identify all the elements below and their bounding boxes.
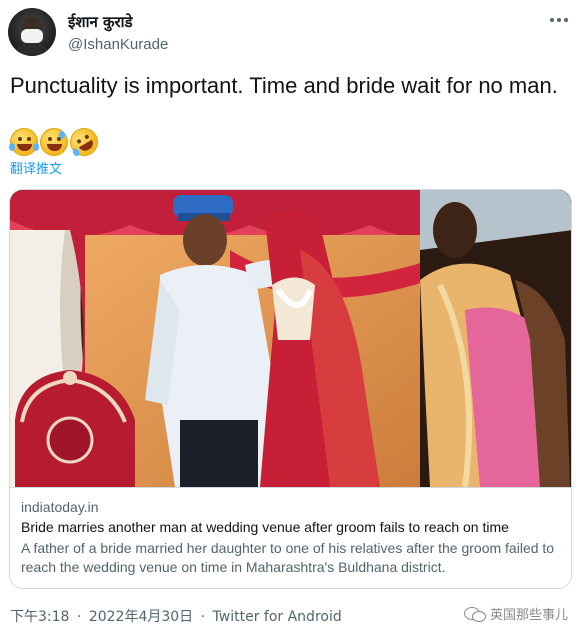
tweet-header: ईशान कुराडे @IshanKurade — [8, 8, 574, 58]
avatar-mask — [21, 29, 43, 43]
translate-tweet-link[interactable]: 翻译推文 — [10, 158, 62, 177]
avatar-shirt — [14, 44, 50, 56]
tweet-footer: 下午3:18 · 2022年4月30日 · Twitter for Androi… — [10, 606, 342, 626]
link-card-meta[interactable]: indiatoday.in Bride marries another man … — [10, 487, 571, 588]
watermark: 英国那些事儿 — [463, 604, 568, 623]
author-names: ईशान कुराडे @IshanKurade — [68, 12, 168, 53]
link-card[interactable]: indiatoday.in Bride marries another man … — [9, 189, 572, 589]
more-options-icon[interactable] — [550, 14, 570, 26]
tweet-date[interactable]: 2022年4月30日 — [89, 609, 193, 625]
emoji-row — [9, 122, 104, 162]
link-card-description: A father of a bride married her daughter… — [21, 540, 555, 575]
grinning-sweat-emoji-icon — [40, 128, 68, 156]
tweet-time[interactable]: 下午3:18 — [10, 609, 69, 625]
link-card-domain: indiatoday.in — [21, 499, 99, 515]
wedding-photo[interactable] — [10, 190, 571, 487]
author-display-name[interactable]: ईशान कुराडे — [68, 12, 168, 32]
watermark-text: 英国那些事儿 — [489, 608, 568, 623]
tweet-text: Punctuality is important. Time and bride… — [10, 73, 558, 98]
footer-separator: · — [76, 609, 82, 625]
footer-separator-2: · — [200, 609, 206, 625]
wedding-photo-image — [10, 190, 571, 487]
tears-of-joy-emoji-icon — [9, 128, 39, 156]
tweet-source[interactable]: Twitter for Android — [213, 609, 342, 625]
avatar[interactable] — [8, 8, 56, 56]
link-card-title: Bride marries another man at wedding ven… — [21, 519, 509, 535]
rolling-laughing-emoji-icon — [64, 122, 104, 162]
author-handle[interactable]: @IshanKurade — [68, 36, 168, 53]
wechat-icon — [463, 606, 486, 622]
